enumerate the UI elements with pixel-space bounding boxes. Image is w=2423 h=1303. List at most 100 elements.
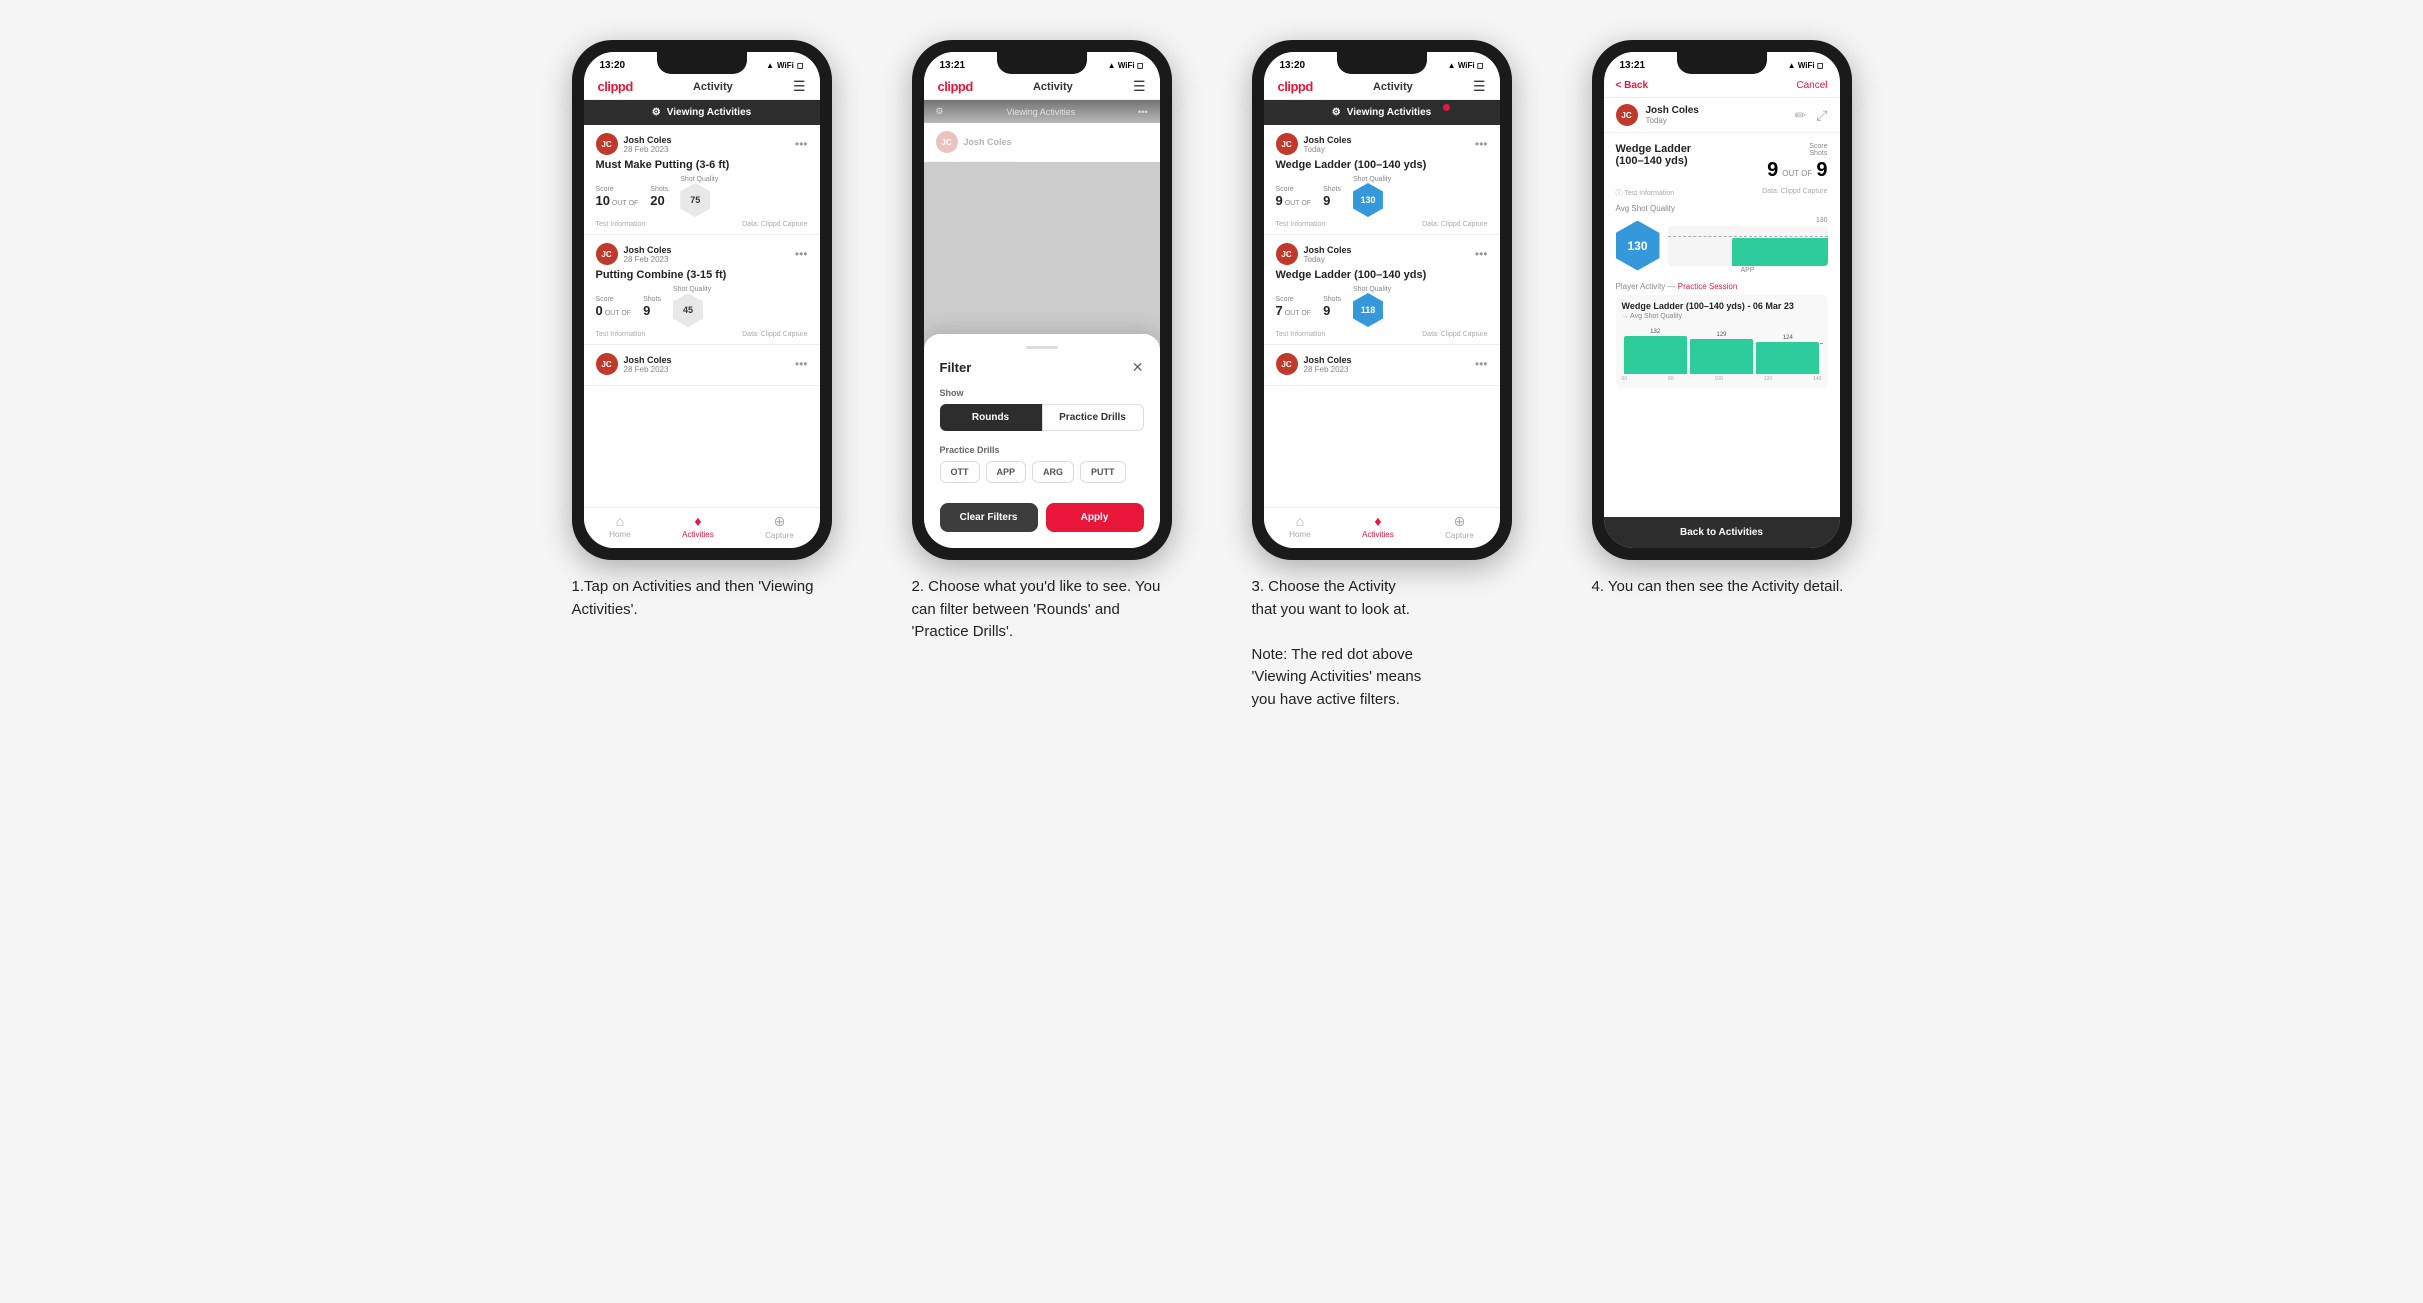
status-time-4: 13:21 [1620,60,1646,71]
step-4: 13:21 ▲ WiFi ◻ < Back Cancel JC Josh Col [1572,40,1872,711]
screen-1: 13:20 ▲ WiFi ◻ clippd Activity ☰ ⚙ Vie [584,52,820,548]
nav-menu-3[interactable]: ☰ [1473,78,1486,95]
activity-title-1-2: Putting Combine (3-15 ft) [596,269,808,281]
quality-badge-3-2: 118 [1353,293,1383,327]
blurred-viewing-banner: ⚙ Viewing Activities ••• [924,100,1160,123]
tab-bar-3: ⌂ Home ♦ Activities ⊕ Capture [1264,507,1500,548]
nav-logo-1: clippd [598,79,633,94]
quality-label-1-1: Shot Quality [680,176,718,183]
detail-action-icons: ✏ ⤢ [1795,107,1828,124]
phone-notch-2 [997,52,1087,74]
quality-badge-3-1: 130 [1353,183,1383,217]
practice-drills-label: Practice Drills [940,445,1144,455]
drill-ott[interactable]: OTT [940,461,980,483]
activity-card-3-3[interactable]: JC Josh Coles 28 Feb 2023 ••• [1264,345,1500,386]
blurred-card: JC Josh Coles [924,123,1160,162]
clear-filters-button[interactable]: Clear Filters [940,503,1038,532]
detail-test-info: ⓘ Test Information [1616,188,1675,198]
phone-3: 13:20 ▲ WiFi ◻ clippd Activity ☰ ⚙ Viewi… [1252,40,1512,560]
home-label-1: Home [609,530,630,539]
caption-1: 1.Tap on Activities and then 'Viewing Ac… [572,576,832,621]
phone-notch-3 [1337,52,1427,74]
practice-detail-title: Wedge Ladder (100–140 yds) - 06 Mar 23 [1622,301,1822,311]
user-date-1-1: 28 Feb 2023 [624,145,672,154]
nav-logo-3: clippd [1278,79,1313,94]
activity-card-1-2[interactable]: JC Josh Coles 28 Feb 2023 ••• Putting Co… [584,235,820,345]
tab-home-1[interactable]: ⌂ Home [609,513,630,540]
detail-shots: 9 [1816,159,1827,182]
practice-drills-toggle[interactable]: Practice Drills [1042,404,1144,431]
filter-close-icon[interactable]: ✕ [1132,359,1144,376]
drill-putt[interactable]: PUTT [1080,461,1126,483]
quality-hex-detail: 130 [1616,221,1660,271]
stats-row-1-2: Score 0 OUT OF Shots 9 Shot Quality [596,286,808,327]
detail-score: 9 [1767,159,1778,182]
activity-card-3-2[interactable]: JC Josh Coles Today ••• Wedge Ladder (10… [1264,235,1500,345]
drill-arg[interactable]: ARG [1032,461,1074,483]
step-1: 13:20 ▲ WiFi ◻ clippd Activity ☰ ⚙ Vie [552,40,852,711]
viewing-banner-3[interactable]: ⚙ Viewing Activities [1264,100,1500,125]
rounds-toggle[interactable]: Rounds [940,404,1042,431]
nav-menu-2[interactable]: ☰ [1133,78,1146,95]
activity-title-1-1: Must Make Putting (3-6 ft) [596,159,808,171]
screen-2: 13:21 ▲ WiFi ◻ clippd Activity ☰ ⚙ Viewi… [924,52,1160,548]
activity-card-1-3[interactable]: JC Josh Coles 28 Feb 2023 ••• [584,345,820,386]
cancel-button[interactable]: Cancel [1796,80,1827,91]
activity-detail-title: Wedge Ladder(100–140 yds) [1616,143,1692,167]
apply-button[interactable]: Apply [1046,503,1144,532]
tab-home-3[interactable]: ⌂ Home [1289,513,1310,540]
tab-bar-1: ⌂ Home ♦ Activities ⊕ Capture [584,507,820,548]
viewing-banner-1[interactable]: ⚙ Viewing Activities [584,100,820,125]
status-time-2: 13:21 [940,60,966,71]
detail-user-name: Josh Coles [1646,105,1699,116]
detail-data-capture: Data: Clippd Capture [1762,188,1827,198]
nav-menu-1[interactable]: ☰ [793,78,806,95]
more-dots-1-3[interactable]: ••• [795,357,808,371]
step-3: 13:20 ▲ WiFi ◻ clippd Activity ☰ ⚙ Viewi… [1232,40,1532,711]
tab-activities-1[interactable]: ♦ Activities [682,513,714,540]
expand-icon[interactable]: ⤢ [1816,107,1827,124]
capture-icon-1: ⊕ [774,513,786,530]
drill-app[interactable]: APP [986,461,1027,483]
activities-icon-1: ♦ [694,513,701,529]
back-button[interactable]: < Back [1616,80,1649,91]
capture-label-1: Capture [765,531,793,540]
status-icons-1: ▲ WiFi ◻ [766,61,803,70]
avatar-1-2: JC [596,243,618,265]
filter-backdrop: Filter ✕ Show Rounds Practice Drills Pra… [924,162,1160,548]
filter-modal: Filter ✕ Show Rounds Practice Drills Pra… [924,334,1160,548]
tab-capture-1[interactable]: ⊕ Capture [765,513,793,540]
avg-shot-label: Avg Shot Quality [1616,204,1828,213]
nav-bar-2: clippd Activity ☰ [924,74,1160,100]
step-2: 13:21 ▲ WiFi ◻ clippd Activity ☰ ⚙ Viewi… [892,40,1192,711]
tab-capture-3[interactable]: ⊕ Capture [1445,513,1473,540]
back-to-activities-button[interactable]: Back to Activities [1604,517,1840,548]
data-source-1-1: Data: Clippd Capture [742,221,807,228]
home-icon-1: ⌂ [616,513,624,529]
drill-buttons: OTT APP ARG PUTT [940,461,1144,483]
filter-toggle: Rounds Practice Drills [940,404,1144,431]
shot-val-1-1: 20 [650,193,668,208]
more-dots-1-1[interactable]: ••• [795,137,808,151]
shot-label-1-1: Shots [650,186,668,193]
screen-4: 13:21 ▲ WiFi ◻ < Back Cancel JC Josh Col [1604,52,1840,548]
caption-4: 4. You can then see the Activity detail. [1592,576,1852,599]
user-date-1-2: 28 Feb 2023 [624,255,672,264]
activity-card-1-1[interactable]: JC Josh Coles 28 Feb 2023 ••• Must Make … [584,125,820,235]
detail-content: Wedge Ladder(100–140 yds) Score Shots [1604,133,1840,517]
score-label-1-1: Score [596,186,639,193]
phone-2: 13:21 ▲ WiFi ◻ clippd Activity ☰ ⚙ Viewi… [912,40,1172,560]
nav-title-2: Activity [1033,81,1073,93]
more-dots-1-2[interactable]: ••• [795,247,808,261]
viewing-activities-label-1: Viewing Activities [667,107,751,118]
score-val-1-1: 10 OUT OF [596,193,639,208]
card-user-1-3: JC Josh Coles 28 Feb 2023 [596,353,672,375]
tab-activities-3[interactable]: ♦ Activities [1362,513,1394,540]
filter-icon-1: ⚙ [652,107,661,118]
activity-card-3-1[interactable]: JC Josh Coles Today ••• Wedge Ladder (10… [1264,125,1500,235]
nav-title-3: Activity [1373,81,1413,93]
avatar-4: JC [1616,104,1638,126]
edit-icon[interactable]: ✏ [1795,107,1807,124]
avatar-1-3: JC [596,353,618,375]
nav-bar-1: clippd Activity ☰ [584,74,820,100]
